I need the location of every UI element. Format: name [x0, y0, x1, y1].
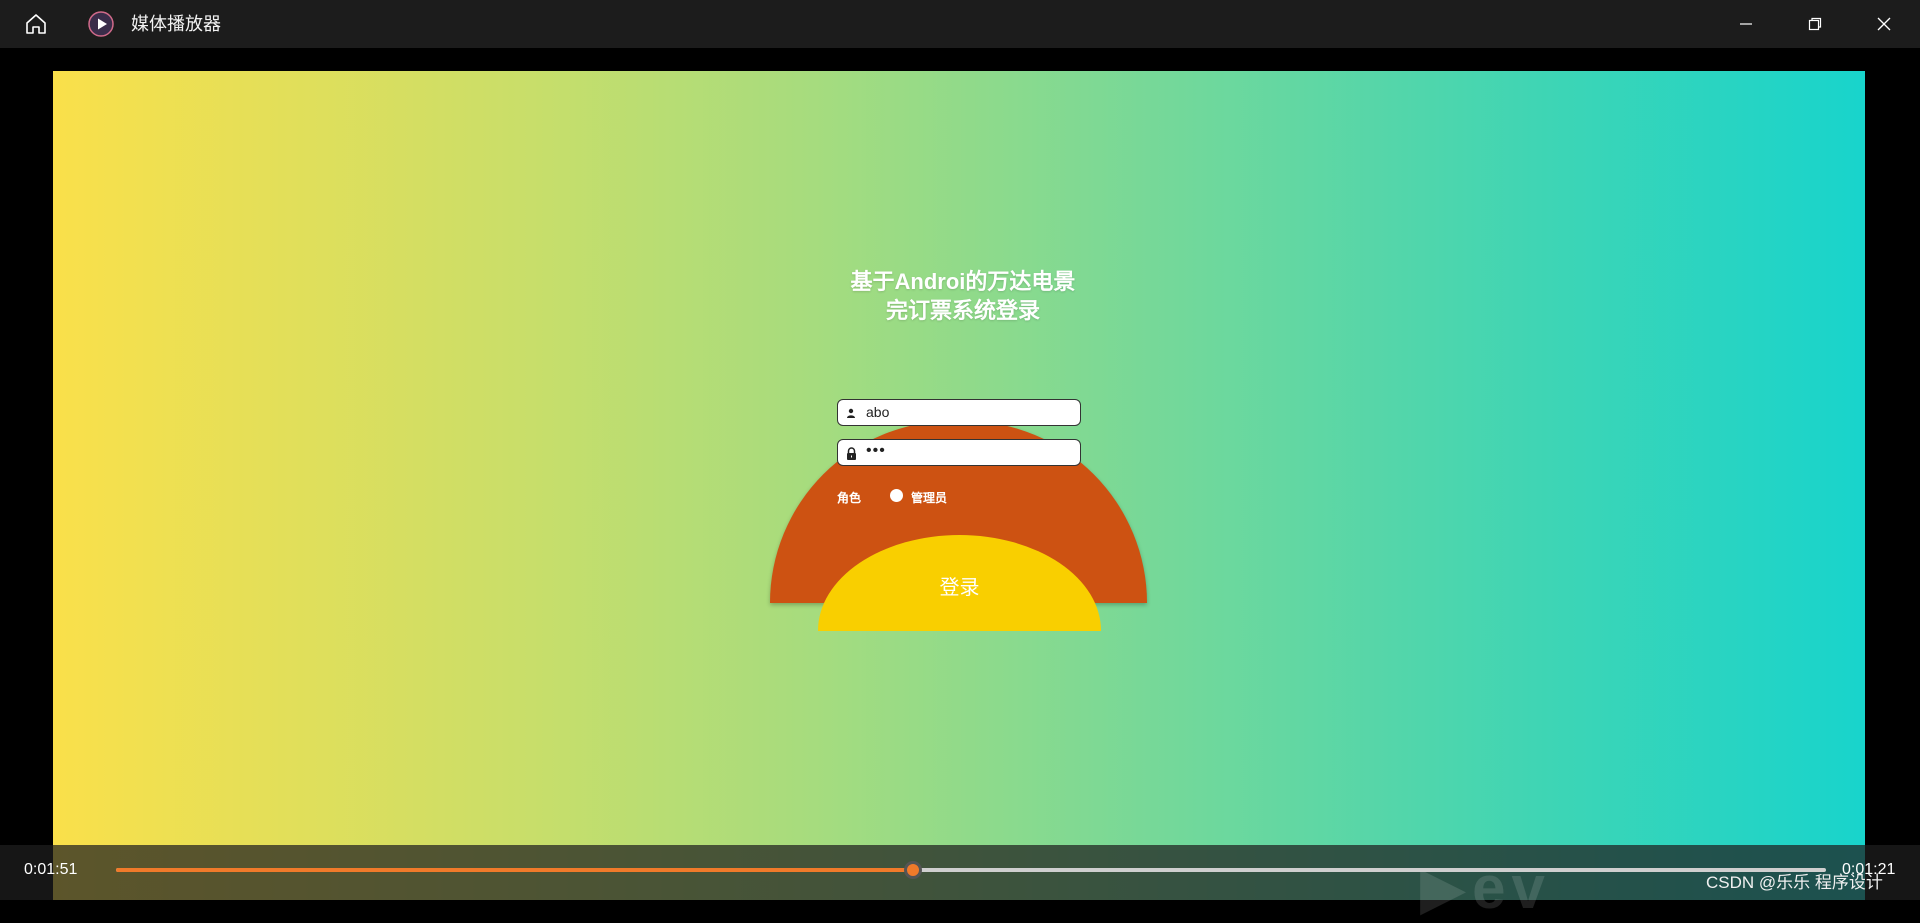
password-field[interactable]: ••• [837, 439, 1081, 466]
close-icon [1877, 17, 1891, 31]
user-icon [845, 406, 857, 420]
login-button-label: 登录 [939, 577, 980, 599]
role-option-label[interactable]: 管理员 [911, 489, 947, 506]
restore-icon [1808, 17, 1822, 31]
username-field[interactable]: abo [837, 399, 1081, 426]
media-player-icon [88, 11, 114, 37]
username-value: abo [866, 404, 890, 420]
watermark: ▶ev [1420, 854, 1551, 921]
video-frame[interactable]: 基于Androi的万达电景 完订票系统登录 abo ••• 角色 管理员 登录 [53, 71, 1865, 900]
role-label: 角色 [837, 491, 862, 505]
login-title: 基于Androi的万达电景 完订票系统登录 [833, 267, 1093, 325]
minimize-icon [1740, 23, 1752, 25]
seek-bar[interactable] [116, 861, 1826, 879]
close-button[interactable] [1850, 0, 1918, 48]
password-value: ••• [866, 442, 886, 459]
minimize-button[interactable] [1712, 0, 1780, 48]
home-icon [26, 14, 46, 34]
lock-icon [845, 446, 857, 460]
role-radio-admin[interactable] [890, 489, 903, 502]
login-title-line1: 基于Androi的万达电景 [850, 269, 1076, 294]
window-title: 媒体播放器 [131, 14, 221, 34]
home-button[interactable] [20, 10, 52, 38]
login-title-line2: 完订票系统登录 [885, 298, 1040, 323]
current-time: 0:01:51 [24, 861, 78, 878]
seek-bar-progress [116, 868, 913, 872]
maximize-button[interactable] [1781, 0, 1849, 48]
seek-bar-thumb[interactable] [903, 861, 922, 879]
title-bar: 媒体播放器 [0, 0, 1920, 48]
playback-controls [0, 845, 1920, 900]
credit-text: CSDN @乐乐 程序设计 [1706, 873, 1883, 892]
